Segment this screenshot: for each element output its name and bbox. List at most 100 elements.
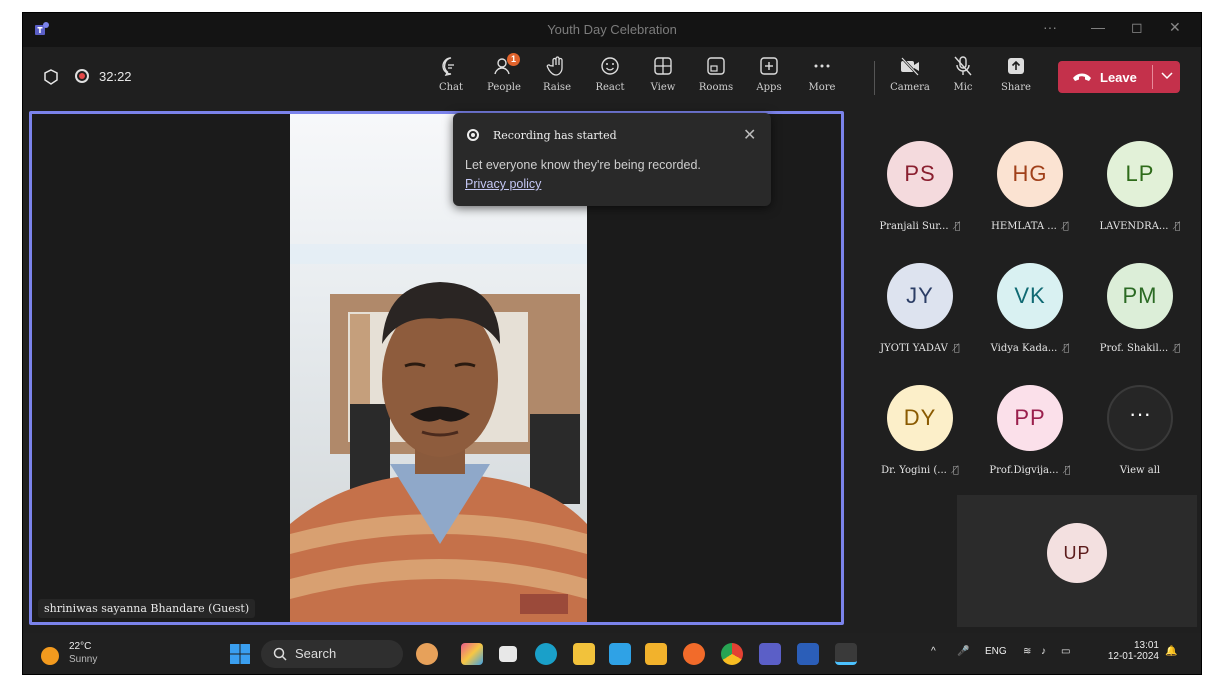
teams-icon[interactable]	[759, 643, 781, 665]
shield-icon	[44, 69, 58, 85]
edge-icon[interactable]	[535, 643, 557, 665]
avatar: PS	[887, 141, 953, 207]
avatar: VK	[997, 263, 1063, 329]
participant-tile[interactable]: PM Prof. Shakil... 🎙̸	[1085, 233, 1195, 354]
raise-hand-button[interactable]: Raise	[532, 55, 582, 101]
volume-icon[interactable]: ♪	[1041, 646, 1046, 657]
windows-taskbar: 22°C Sunny Search ^ 🎤 ENG ≋ ♪ ▭ 13:01 12…	[23, 633, 1201, 674]
chat-icon	[442, 57, 454, 76]
muted-mic-icon: 🎙̸	[1174, 343, 1181, 354]
taskbar-search[interactable]: Search	[261, 640, 403, 668]
teams-window: Youth Day Celebration ··· — ◻ ✕ 32:22 Ch…	[22, 12, 1202, 675]
firefox-icon[interactable]	[683, 643, 705, 665]
rooms-icon	[707, 57, 725, 75]
battery-icon[interactable]: ▭	[1061, 646, 1070, 657]
file-explorer-icon[interactable]	[645, 643, 667, 665]
participant-name: LAVENDRA...	[1099, 221, 1169, 232]
notepad-icon[interactable]	[573, 643, 595, 665]
participant-name: HEMLATA ...	[991, 221, 1057, 232]
more-button[interactable]: More	[797, 55, 847, 101]
photos-icon[interactable]	[461, 643, 483, 665]
participant-tile[interactable]: JY JYOTI YADAV 🎙̸	[865, 233, 975, 354]
notification-body: Let everyone know they're being recorded…	[465, 158, 701, 172]
chevron-up-icon[interactable]: ^	[931, 646, 936, 657]
muted-mic-icon: 🎙̸	[1063, 343, 1070, 354]
more-options-button[interactable]: ···	[1043, 19, 1057, 35]
participant-tile[interactable]: PP Prof.Digvija... 🎙̸	[975, 355, 1085, 476]
leave-button[interactable]: Leave	[1058, 61, 1180, 93]
participant-name: JYOTI YADAV	[880, 343, 948, 354]
speaker-name-tag: shriniwas sayanna Bhandare (Guest)	[38, 599, 256, 618]
participant-tile[interactable]: VK Vidya Kada... 🎙̸	[975, 233, 1085, 354]
react-button[interactable]: React	[585, 55, 635, 101]
avatar: DY	[887, 385, 953, 451]
microphone-icon[interactable]: 🎤	[957, 646, 969, 657]
mail-icon[interactable]	[609, 643, 631, 665]
recording-notification: Recording has started ✕ Let everyone kno…	[453, 113, 771, 206]
muted-mic-icon: 🎙̸	[953, 343, 960, 354]
participant-tile[interactable]: PS Pranjali Sur... 🎙̸	[865, 111, 975, 232]
participant-gallery: PS Pranjali Sur... 🎙̸ HG HEMLATA ... 🎙̸ LP…	[859, 111, 1199, 491]
muted-mic-icon: 🎙̸	[1064, 465, 1071, 476]
chevron-down-icon[interactable]	[1160, 68, 1174, 82]
more-dots-icon: ···	[1107, 385, 1173, 451]
character-app-icon[interactable]	[416, 643, 438, 665]
notification-bell-icon[interactable]: 🔔	[1165, 646, 1177, 657]
wifi-icon[interactable]: ≋	[1023, 646, 1031, 657]
meeting-toolbar: 32:22 Chat 1 People Raise React View Roo…	[23, 47, 1201, 107]
windows-start-icon[interactable]	[229, 643, 251, 665]
self-avatar: UP	[1047, 523, 1107, 583]
smiley-icon	[601, 57, 619, 75]
view-all-button[interactable]: ··· View all	[1085, 355, 1195, 476]
people-button[interactable]: 1 People	[479, 53, 529, 101]
apps-button[interactable]: Apps	[744, 55, 794, 101]
hand-icon	[546, 56, 563, 76]
task-view-icon[interactable]	[499, 646, 517, 662]
close-button[interactable]: ✕	[1169, 19, 1181, 36]
meeting-timer: 32:22	[99, 69, 132, 84]
maximize-button[interactable]: ◻	[1131, 19, 1143, 36]
muted-mic-icon: 🎙̸	[1174, 221, 1181, 232]
avatar: PP	[997, 385, 1063, 451]
participant-tile[interactable]: HG HEMLATA ... 🎙̸	[975, 111, 1085, 232]
chrome-icon[interactable]	[721, 643, 743, 665]
word-icon[interactable]	[797, 643, 819, 665]
self-view-tile[interactable]: UP	[957, 495, 1197, 627]
active-app-icon[interactable]	[835, 643, 857, 665]
language-indicator[interactable]: ENG	[985, 646, 1007, 657]
participant-name: Pranjali Sur...	[879, 221, 949, 232]
meeting-title: Youth Day Celebration	[547, 22, 677, 37]
avatar: JY	[887, 263, 953, 329]
people-count-badge: 1	[507, 53, 520, 66]
muted-mic-icon: 🎙̸	[1062, 221, 1069, 232]
dismiss-notification-button[interactable]: ✕	[743, 125, 756, 145]
sun-icon	[41, 647, 59, 665]
mic-off-icon	[954, 56, 972, 76]
search-icon	[273, 647, 287, 661]
toolbar-divider	[874, 61, 875, 95]
rooms-button[interactable]: Rooms	[691, 55, 741, 101]
privacy-policy-link[interactable]: Privacy policy	[465, 177, 541, 191]
avatar: PM	[1107, 263, 1173, 329]
title-bar: Youth Day Celebration ··· — ◻ ✕	[23, 13, 1201, 47]
camera-button[interactable]: Camera	[885, 55, 935, 101]
minimize-button[interactable]: —	[1091, 19, 1105, 35]
clock[interactable]: 13:01 12-01-2024	[1101, 640, 1159, 662]
more-dots-icon	[814, 64, 830, 68]
participant-name: Dr. Yogini (...	[881, 465, 947, 476]
add-app-icon	[760, 57, 778, 75]
avatar: HG	[997, 141, 1063, 207]
muted-mic-icon: 🎙̸	[954, 221, 961, 232]
chat-button[interactable]: Chat	[426, 55, 476, 101]
share-button[interactable]: Share	[991, 55, 1041, 101]
share-screen-icon	[1008, 58, 1024, 74]
participant-name: Prof. Shakil...	[1099, 343, 1169, 354]
recording-indicator-icon	[75, 69, 89, 83]
mic-button[interactable]: Mic	[938, 55, 988, 101]
participant-tile[interactable]: DY Dr. Yogini (... 🎙̸	[865, 355, 975, 476]
participant-tile[interactable]: LP LAVENDRA... 🎙̸	[1085, 111, 1195, 232]
view-button[interactable]: View	[638, 55, 688, 101]
avatar: LP	[1107, 141, 1173, 207]
hang-up-icon	[1073, 73, 1091, 81]
participant-name: Prof.Digvija...	[989, 465, 1059, 476]
